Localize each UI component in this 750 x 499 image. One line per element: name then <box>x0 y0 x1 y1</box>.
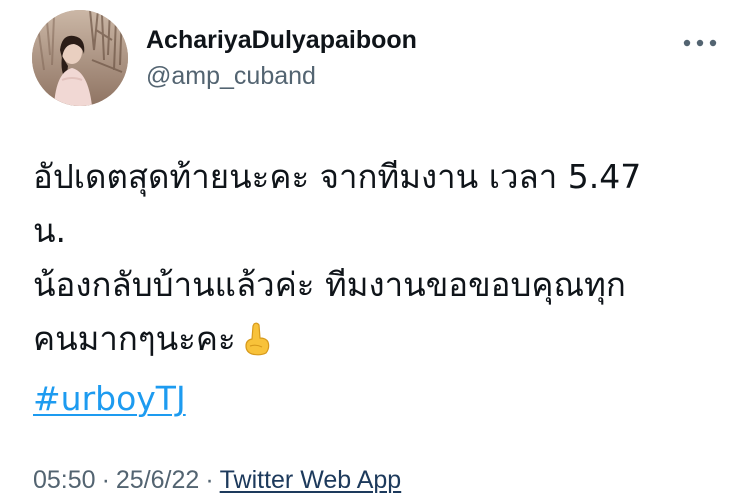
tweet-line: อัปเดตสุดท้ายนะคะ จากทีมงาน เวลา 5.47 <box>33 157 642 196</box>
avatar[interactable] <box>32 10 128 106</box>
separator: · <box>205 466 214 494</box>
more-options-button[interactable] <box>680 30 720 56</box>
tweet-meta: 05:50 · 25/6/22 · Twitter Web App <box>33 466 401 495</box>
profile-photo-icon <box>32 10 128 106</box>
source-app-link[interactable]: Twitter Web App <box>220 466 402 494</box>
tweet-line: คนมากๆนะคะ <box>33 319 236 358</box>
more-icon <box>683 39 717 47</box>
hashtag-link[interactable]: #urboyTJ <box>33 379 186 418</box>
tweet-line: #urboyTJ <box>33 372 723 426</box>
tweet-text: อัปเดตสุดท้ายนะคะ จากทีมงาน เวลา 5.47 น.… <box>33 150 723 426</box>
tweet-time[interactable]: 05:50 <box>33 466 96 494</box>
tweet-line: น. <box>33 211 67 250</box>
tweet-date[interactable]: 25/6/22 <box>116 466 199 494</box>
pointing-hand-emoji-icon <box>242 318 272 372</box>
tweet-card: AchariyaDulyapaiboon @amp_cuband อัปเดตส… <box>0 0 750 499</box>
tweet-line: น้องกลับบ้านแล้วค่ะ ทีมงานขอขอบคุณทุก <box>33 265 626 304</box>
tweet-line-with-emoji: คนมากๆนะคะ <box>33 312 723 372</box>
display-name[interactable]: AchariyaDulyapaiboon <box>146 26 417 55</box>
separator: · <box>101 466 110 494</box>
user-handle[interactable]: @amp_cuband <box>146 62 316 91</box>
